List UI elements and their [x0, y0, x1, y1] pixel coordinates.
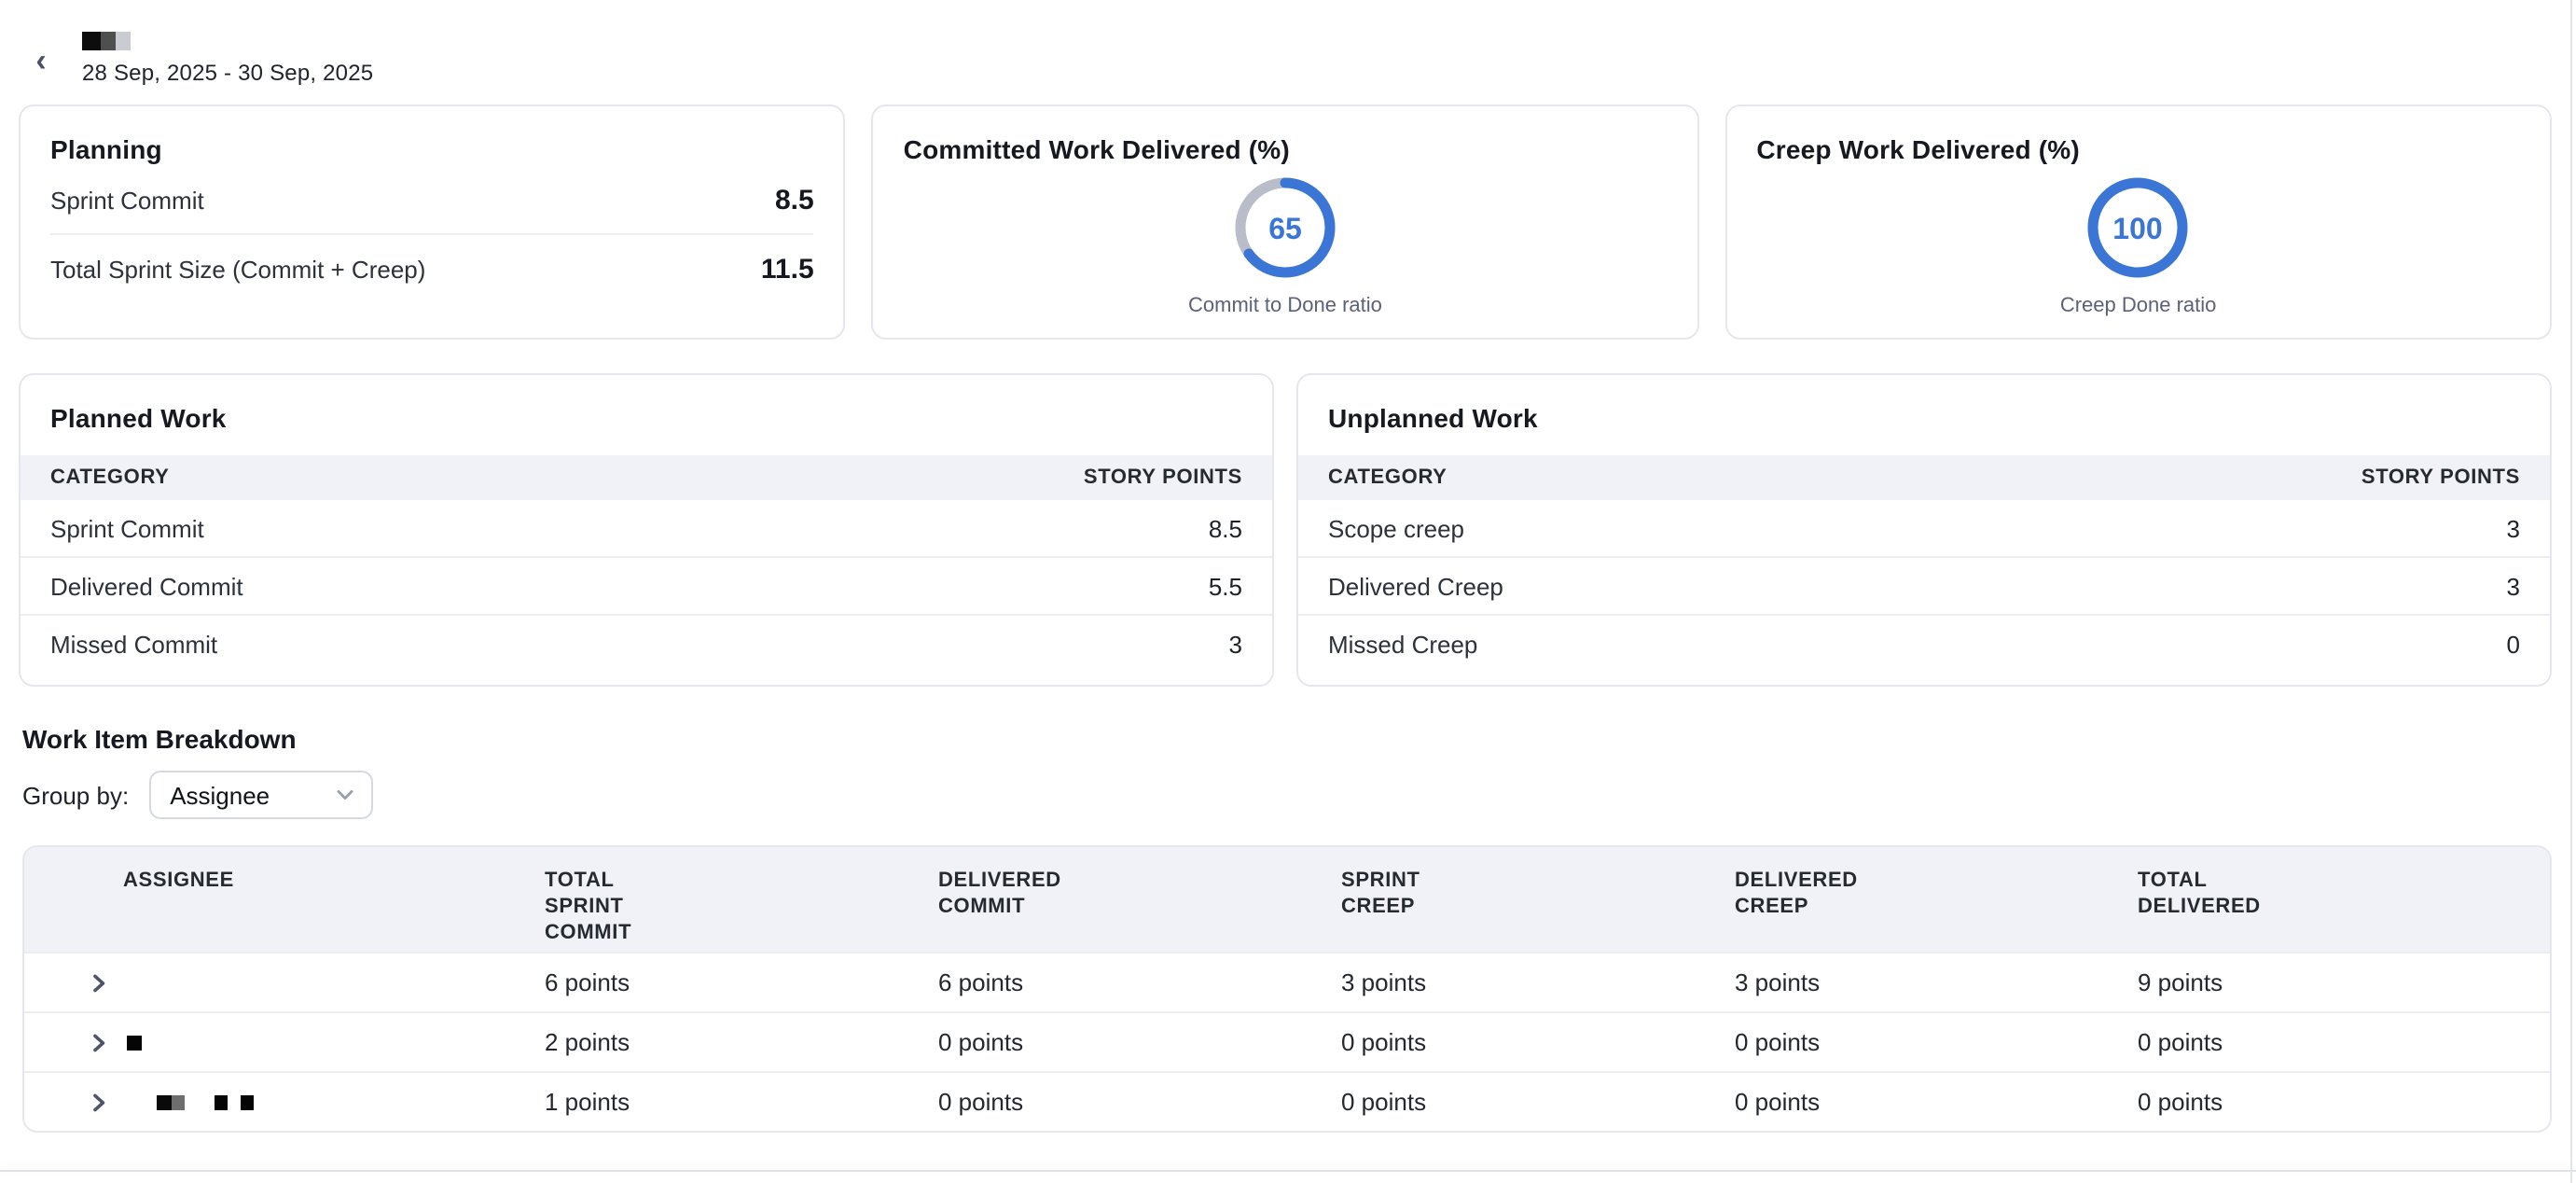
row-category: Delivered Commit [50, 572, 243, 600]
expand-row-button[interactable] [75, 1093, 123, 1111]
breakdown-row: 6 points 6 points 3 points 3 points 9 po… [24, 952, 2550, 1011]
back-button[interactable]: ‹ [24, 45, 58, 78]
cell-total-delivered: 9 points [2138, 968, 2550, 996]
cell-total-delivered: 0 points [2138, 1088, 2550, 1116]
cell-sprint-creep: 0 points [1341, 1088, 1735, 1116]
col-story-points: STORY POINTS [2361, 466, 2520, 489]
breakdown-row: 2 points 0 points 0 points 0 points 0 po… [24, 1011, 2550, 1071]
gauge-value: 100 [2113, 212, 2163, 245]
col-assignee: ASSIGNEE [123, 868, 269, 894]
breakdown-table: ASSIGNEE TOTAL SPRINT COMMIT DELIVERED C… [22, 845, 2552, 1133]
row-category: Delivered Creep [1328, 572, 1503, 600]
breakdown-row: 1 points 0 points 0 points 0 points 0 po… [24, 1071, 2550, 1131]
committed-work-gauge: 65 [1229, 172, 1341, 284]
committed-work-card-title: Committed Work Delivered (%) [904, 134, 1668, 164]
unplanned-work-header: CATEGORY STORY POINTS [1298, 455, 2550, 500]
chevron-right-icon [90, 1033, 108, 1051]
group-by-selected-value: Assignee [170, 781, 270, 809]
planning-card: Planning Sprint Commit 8.5 Total Sprint … [19, 104, 846, 340]
metric-label: Sprint Commit [50, 186, 204, 214]
row-points: 3 [1229, 630, 1242, 658]
chevron-right-icon [90, 1093, 108, 1111]
group-by-label: Group by: [22, 781, 129, 809]
committed-work-card: Committed Work Delivered (%) 65 Commit t… [872, 104, 1699, 340]
creep-work-card: Creep Work Delivered (%) 100 Creep Done … [1724, 104, 2552, 340]
metric-label: Total Sprint Size (Commit + Creep) [50, 255, 425, 283]
cell-delivered-commit: 0 points [938, 1088, 1341, 1116]
metric-row-sprint-commit: Sprint Commit 8.5 [50, 166, 814, 235]
col-delivered-commit: DELIVERED COMMIT [938, 868, 1084, 920]
breakdown-table-header: ASSIGNEE TOTAL SPRINT COMMIT DELIVERED C… [24, 847, 2550, 952]
planned-work-card: Planned Work CATEGORY STORY POINTS Sprin… [19, 373, 1274, 687]
cell-delivered-creep: 0 points [1735, 1028, 2138, 1056]
group-by-select[interactable]: Assignee [149, 771, 373, 819]
row-category: Sprint Commit [50, 514, 204, 542]
table-row: Scope creep 3 [1298, 500, 2550, 558]
row-points: 8.5 [1209, 514, 1242, 542]
assignee-redacted [123, 1094, 545, 1109]
col-sprint-creep: SPRINT CREEP [1341, 868, 1487, 920]
cell-sprint-creep: 3 points [1341, 968, 1735, 996]
planned-work-title: Planned Work [21, 375, 1272, 455]
row-points: 0 [2507, 630, 2520, 658]
cell-total-sprint-commit: 2 points [545, 1028, 938, 1056]
col-story-points: STORY POINTS [1084, 466, 1242, 489]
planning-card-title: Planning [50, 134, 814, 164]
expand-row-button[interactable] [75, 1033, 123, 1051]
cell-delivered-creep: 3 points [1735, 968, 2138, 996]
cell-delivered-commit: 6 points [938, 968, 1341, 996]
row-points: 3 [2507, 514, 2520, 542]
row-points: 5.5 [1209, 572, 1242, 600]
metric-value: 11.5 [761, 253, 814, 285]
metric-value: 8.5 [775, 184, 814, 216]
row-category: Missed Commit [50, 630, 217, 658]
gauge-value: 65 [1268, 212, 1302, 245]
chevron-down-icon [336, 786, 354, 804]
cell-delivered-creep: 0 points [1735, 1088, 2138, 1116]
gauge-caption: Creep Done ratio [2060, 295, 2217, 317]
creep-work-gauge: 100 [2083, 172, 2195, 284]
col-category: CATEGORY [50, 466, 170, 489]
table-row: Delivered Commit 5.5 [21, 558, 1272, 616]
table-row: Sprint Commit 8.5 [21, 500, 1272, 558]
bottom-divider [0, 1170, 2576, 1172]
table-row: Missed Creep 0 [1298, 616, 2550, 672]
sprint-report-page: ‹ 28 Sep, 2025 - 30 Sep, 2025 Planning S… [0, 0, 2576, 1183]
cell-sprint-creep: 0 points [1341, 1028, 1735, 1056]
cell-total-sprint-commit: 6 points [545, 968, 938, 996]
cell-total-delivered: 0 points [2138, 1028, 2550, 1056]
cell-delivered-commit: 0 points [938, 1028, 1341, 1056]
assignee-redacted [123, 1035, 545, 1050]
creep-work-card-title: Creep Work Delivered (%) [1756, 134, 2520, 164]
gauge-caption: Commit to Done ratio [1188, 295, 1382, 317]
col-total-delivered: TOTAL DELIVERED [2138, 868, 2283, 920]
work-item-breakdown-title: Work Item Breakdown [22, 724, 2552, 754]
expand-row-button[interactable] [75, 973, 123, 992]
table-row: Delivered Creep 3 [1298, 558, 2550, 616]
chevron-right-icon [90, 973, 108, 992]
table-row: Missed Commit 3 [21, 616, 1272, 672]
scroll-edge-line [2570, 0, 2572, 1183]
col-total-sprint-commit: TOTAL SPRINT COMMIT [545, 868, 690, 946]
planned-work-header: CATEGORY STORY POINTS [21, 455, 1272, 500]
row-category: Scope creep [1328, 514, 1464, 542]
page-header: ‹ 28 Sep, 2025 - 30 Sep, 2025 [0, 0, 2576, 86]
row-points: 3 [2507, 572, 2520, 600]
sprint-date-range: 28 Sep, 2025 - 30 Sep, 2025 [82, 60, 373, 86]
row-category: Missed Creep [1328, 630, 1477, 658]
unplanned-work-title: Unplanned Work [1298, 375, 2550, 455]
unplanned-work-card: Unplanned Work CATEGORY STORY POINTS Sco… [1296, 373, 2552, 687]
sprint-title-redacted [82, 32, 373, 50]
cell-total-sprint-commit: 1 points [545, 1088, 938, 1116]
col-category: CATEGORY [1328, 466, 1447, 489]
col-delivered-creep: DELIVERED CREEP [1735, 868, 1880, 920]
metric-row-total-sprint-size: Total Sprint Size (Commit + Creep) 11.5 [50, 235, 814, 302]
